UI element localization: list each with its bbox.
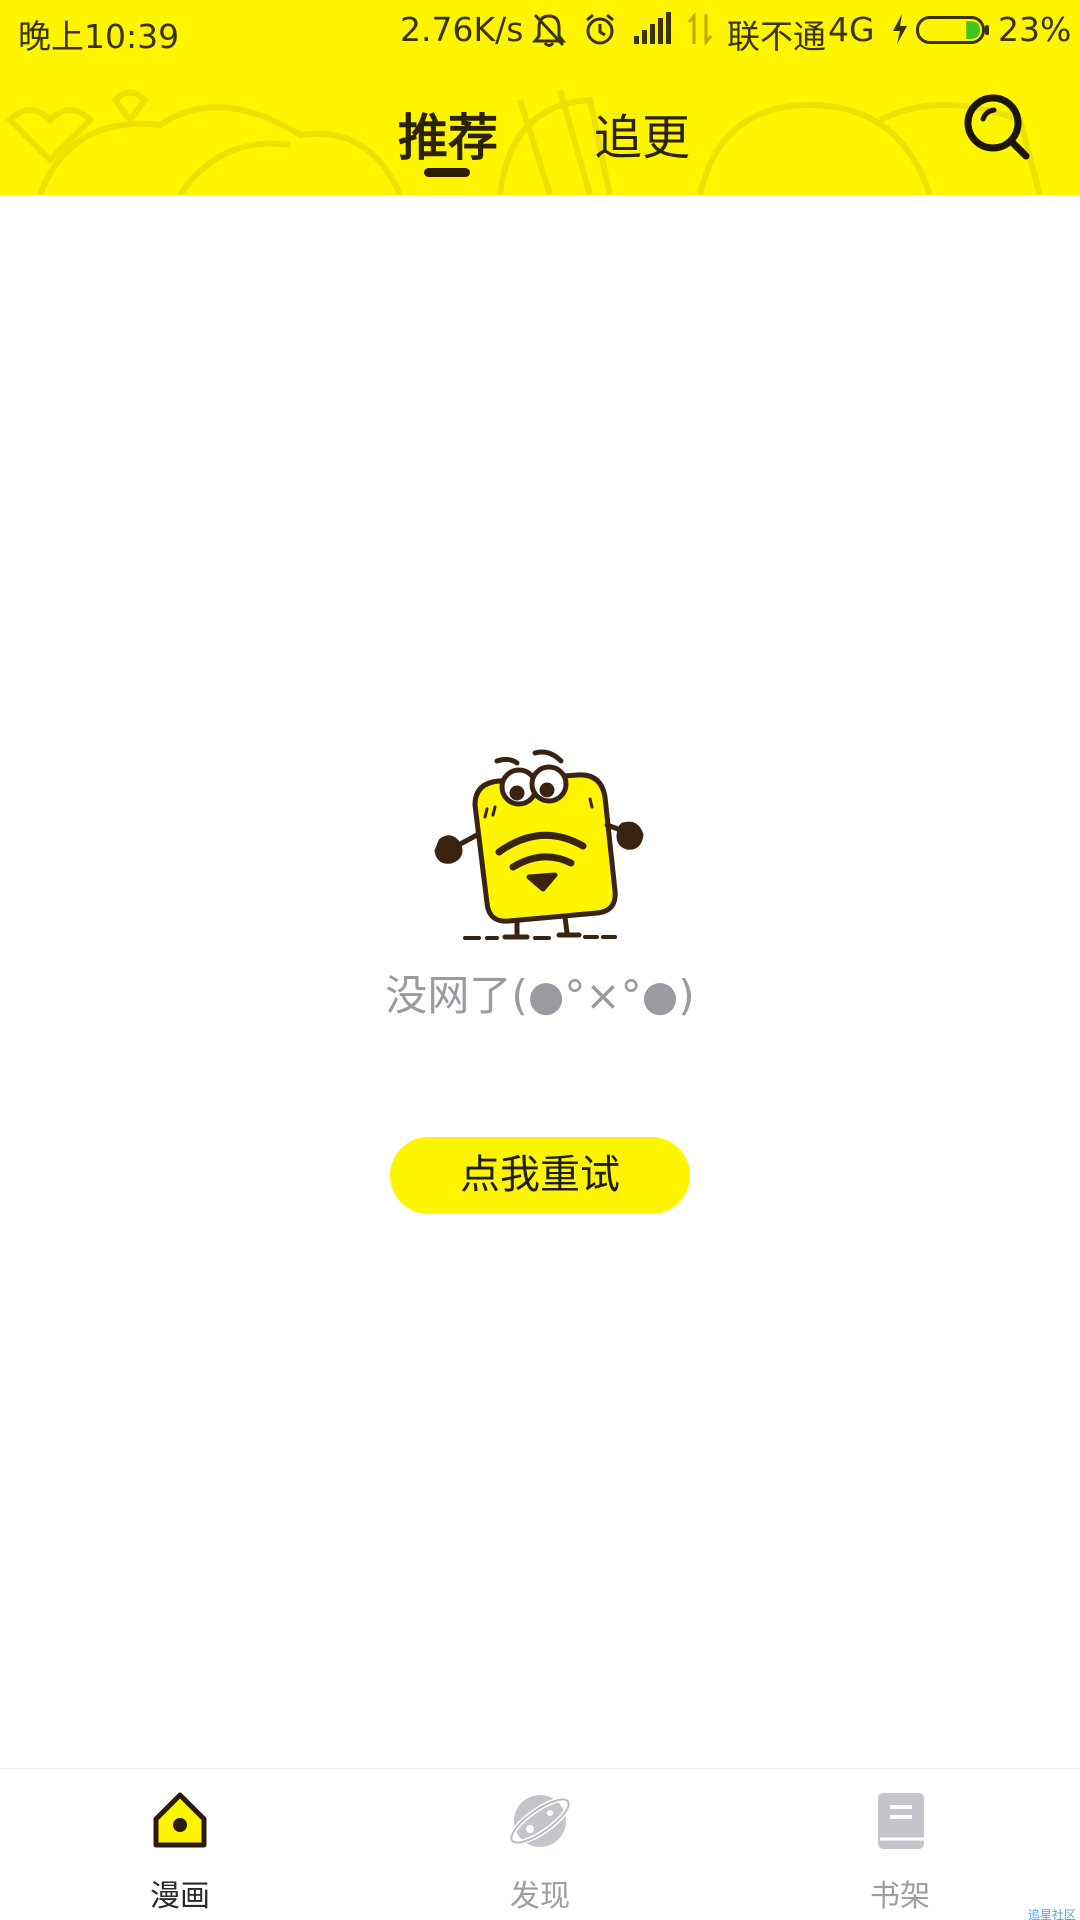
battery-icon <box>916 16 989 44</box>
data-arrows-icon <box>687 12 713 46</box>
status-net-speed: 2.76K/s <box>400 10 524 49</box>
nav-label-bookshelf: 书架 <box>870 1879 930 1914</box>
bottom-nav: 漫画 发现 书架 <box>0 1768 1080 1920</box>
screen: 晚上10:39 2.76K/s 联不通 4G 23% 推荐 追更 没网了(●°×… <box>0 0 1080 1920</box>
status-battery-percent: 23% <box>998 10 1072 49</box>
nav-label-discover: 发现 <box>510 1879 570 1914</box>
retry-button[interactable]: 点我重试 <box>390 1137 690 1214</box>
nav-item-comic[interactable]: 漫画 <box>80 1769 280 1920</box>
header-tabs: 推荐 追更 <box>0 90 1080 190</box>
watermark: 追星社区 <box>1028 1908 1077 1920</box>
status-carrier: 联不通 <box>727 17 826 56</box>
active-tab-indicator <box>424 168 470 177</box>
offline-message: 没网了(●°×°●) <box>385 971 695 1020</box>
nav-item-discover[interactable]: 发现 <box>440 1769 640 1920</box>
status-network-type: 4G <box>828 10 875 49</box>
tab-recommend[interactable]: 推荐 <box>398 98 498 170</box>
no-wifi-mascot <box>434 749 644 940</box>
status-bar: 晚上10:39 2.76K/s 联不通 4G 23% <box>0 0 1080 62</box>
tab-follow-updates[interactable]: 追更 <box>594 98 690 168</box>
planet-icon <box>508 1795 572 1847</box>
nav-item-bookshelf[interactable]: 书架 <box>800 1769 1000 1920</box>
header: 晚上10:39 2.76K/s 联不通 4G 23% 推荐 追更 <box>0 0 1080 195</box>
bell-off-icon <box>532 13 566 47</box>
search-icon[interactable] <box>962 92 1032 162</box>
home-icon <box>153 1792 207 1848</box>
alarm-icon <box>586 13 614 45</box>
status-time: 晚上10:39 <box>18 17 180 56</box>
book-icon <box>878 1793 924 1849</box>
nav-label-comic: 漫画 <box>150 1879 210 1914</box>
charging-icon <box>893 14 907 44</box>
signal-icon <box>634 12 671 44</box>
